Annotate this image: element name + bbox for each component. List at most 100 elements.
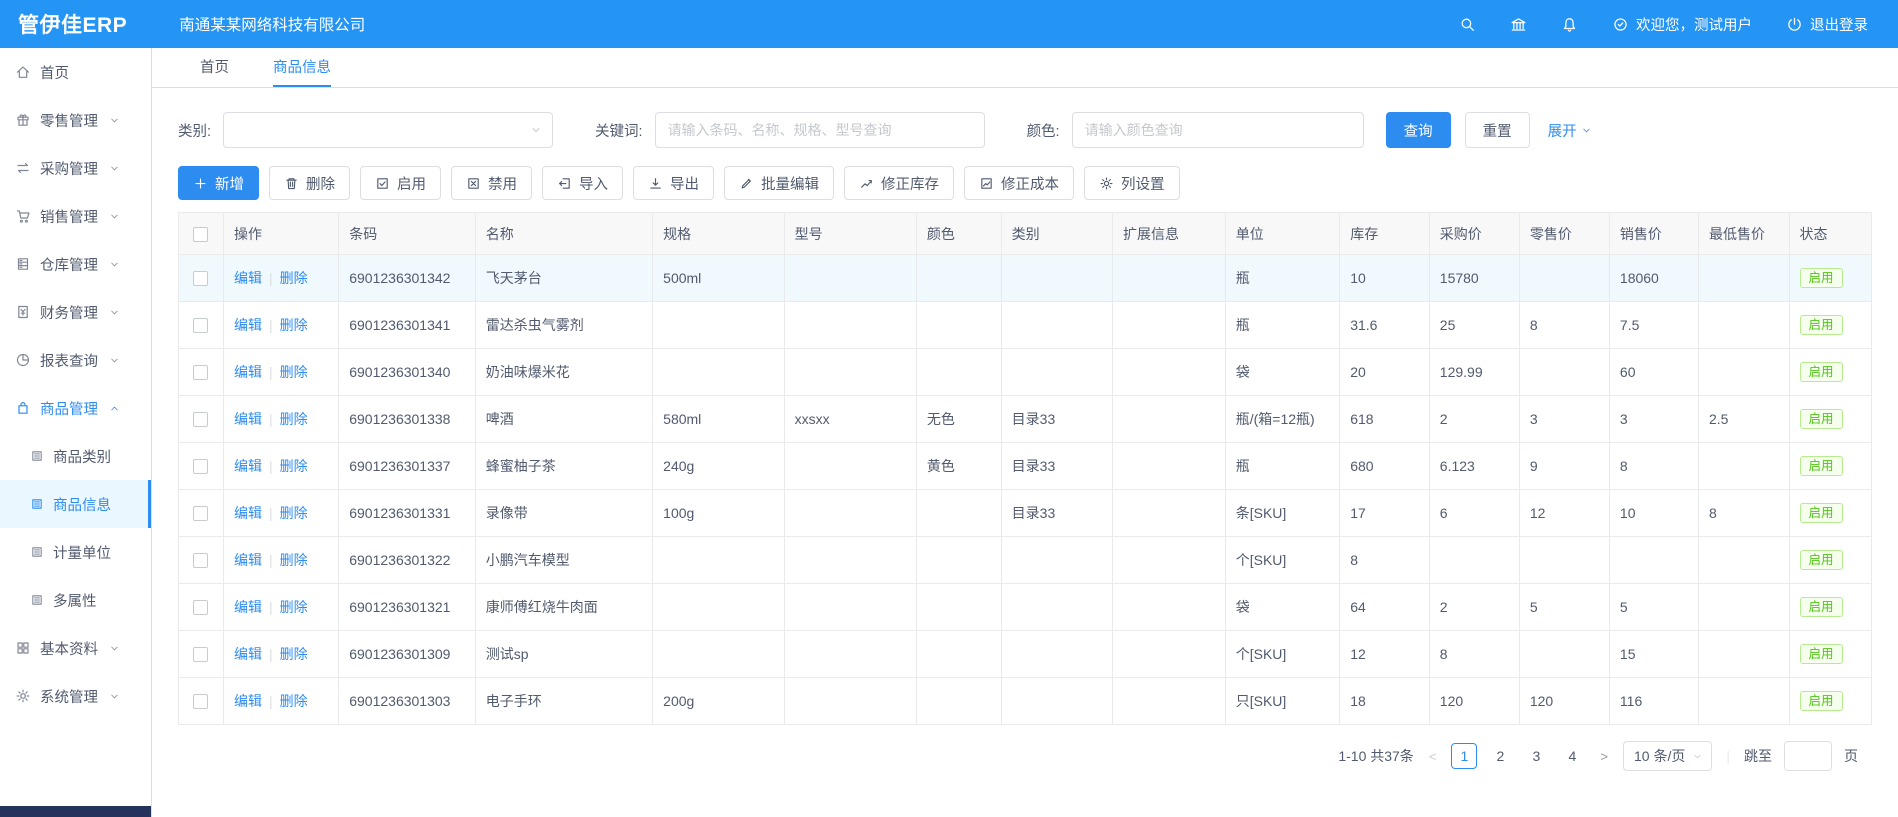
sidebar-item-6[interactable]: 报表查询 [0, 336, 151, 384]
action-divider: | [269, 646, 273, 662]
trend-icon [859, 176, 874, 191]
edit-link[interactable]: 编辑 [234, 505, 262, 521]
edit-link[interactable]: 编辑 [234, 599, 262, 615]
welcome-user[interactable]: 欢迎您，测试用户 [1612, 14, 1752, 35]
cell-status: 启用 [1789, 302, 1872, 349]
row-checkbox[interactable] [193, 271, 208, 286]
column-header: 颜色 [916, 213, 1001, 255]
column-header: 扩展信息 [1113, 213, 1226, 255]
cell-min [1698, 349, 1789, 396]
edit-link[interactable]: 编辑 [234, 458, 262, 474]
toolbar-button-5[interactable]: 导出 [633, 166, 714, 200]
edit-link[interactable]: 编辑 [234, 552, 262, 568]
page-button-2[interactable]: 2 [1487, 743, 1513, 769]
page-button-3[interactable]: 3 [1523, 743, 1549, 769]
sidebar-item-7[interactable]: 商品管理 [0, 384, 151, 432]
cell-purchase: 129.99 [1429, 349, 1519, 396]
cell-spec [653, 631, 784, 678]
row-select-cell [179, 631, 224, 678]
toolbar-button-8[interactable]: 修正成本 [964, 166, 1074, 200]
search-button[interactable]: 查询 [1386, 112, 1451, 148]
sidebar-item-0[interactable]: 首页 [0, 48, 151, 96]
edit-link[interactable]: 编辑 [234, 411, 262, 427]
tab-home[interactable]: 首页 [200, 48, 229, 87]
edit-link[interactable]: 编辑 [234, 646, 262, 662]
sidebar-item-12[interactable]: 基本资料 [0, 624, 151, 672]
cell-color [916, 349, 1001, 396]
store-icon-button[interactable] [1510, 16, 1527, 33]
sidebar-collapse-bar[interactable] [0, 806, 151, 817]
row-checkbox[interactable] [193, 412, 208, 427]
reset-button[interactable]: 重置 [1465, 112, 1530, 148]
delete-link[interactable]: 删除 [280, 411, 308, 427]
page-size-select[interactable]: 10 条/页 [1623, 741, 1712, 771]
table-row: 编辑|删除6901236301321康师傅红烧牛肉面袋64255启用 [179, 584, 1872, 631]
toolbar-button-1[interactable]: 删除 [269, 166, 350, 200]
cell-color [916, 631, 1001, 678]
row-checkbox[interactable] [193, 694, 208, 709]
cell-min [1698, 678, 1789, 725]
sidebar-item-2[interactable]: 采购管理 [0, 144, 151, 192]
notifications-button[interactable] [1561, 16, 1578, 33]
toolbar-button-3[interactable]: 禁用 [451, 166, 532, 200]
color-label: 颜色: [1027, 120, 1060, 141]
column-header: 最低售价 [1698, 213, 1789, 255]
row-checkbox[interactable] [193, 647, 208, 662]
search-icon[interactable] [1459, 16, 1476, 33]
delete-link[interactable]: 删除 [280, 693, 308, 709]
cell-name: 啤酒 [475, 396, 652, 443]
delete-link[interactable]: 删除 [280, 364, 308, 380]
sidebar-item-11[interactable]: 多属性 [0, 576, 151, 624]
toolbar-button-6[interactable]: 批量编辑 [724, 166, 834, 200]
prev-page-button[interactable]: < [1426, 749, 1440, 764]
toolbar-button-7[interactable]: 修正库存 [844, 166, 954, 200]
toolbar-button-2[interactable]: 启用 [360, 166, 441, 200]
toolbar-button-4[interactable]: 导入 [542, 166, 623, 200]
sidebar-item-10[interactable]: 计量单位 [0, 528, 151, 576]
row-checkbox[interactable] [193, 459, 208, 474]
category-select[interactable] [223, 112, 553, 148]
cell-category [1001, 537, 1112, 584]
sidebar-item-1[interactable]: 零售管理 [0, 96, 151, 144]
edit-link[interactable]: 编辑 [234, 693, 262, 709]
expand-link[interactable]: 展开 [1548, 120, 1592, 141]
sidebar-item-8[interactable]: 商品类别 [0, 432, 151, 480]
edit-link[interactable]: 编辑 [234, 317, 262, 333]
color-input[interactable] [1072, 112, 1364, 148]
delete-link[interactable]: 删除 [280, 552, 308, 568]
sidebar-item-5[interactable]: 财务管理 [0, 288, 151, 336]
row-actions-cell: 编辑|删除 [223, 255, 338, 302]
edit-link[interactable]: 编辑 [234, 364, 262, 380]
keyword-input[interactable] [655, 112, 985, 148]
jump-page-input[interactable] [1784, 741, 1832, 771]
select-all-checkbox[interactable] [193, 227, 208, 242]
sidebar-item-label: 零售管理 [40, 110, 98, 131]
delete-link[interactable]: 删除 [280, 505, 308, 521]
sidebar-item-13[interactable]: 系统管理 [0, 672, 151, 720]
table-row: 编辑|删除6901236301303电子手环200g只[SKU]18120120… [179, 678, 1872, 725]
toolbar-button-0[interactable]: 新增 [178, 166, 259, 200]
sidebar-item-4[interactable]: 仓库管理 [0, 240, 151, 288]
delete-link[interactable]: 删除 [280, 317, 308, 333]
sidebar-item-3[interactable]: 销售管理 [0, 192, 151, 240]
toolbar-button-9[interactable]: 列设置 [1084, 166, 1180, 200]
logout-button[interactable]: 退出登录 [1786, 14, 1868, 35]
edit-link[interactable]: 编辑 [234, 270, 262, 286]
row-checkbox[interactable] [193, 553, 208, 568]
warehouse-icon [15, 256, 31, 272]
delete-link[interactable]: 删除 [280, 458, 308, 474]
row-checkbox[interactable] [193, 318, 208, 333]
next-page-button[interactable]: > [1597, 749, 1611, 764]
sidebar-item-9[interactable]: 商品信息 [0, 480, 151, 528]
cell-color [916, 584, 1001, 631]
delete-link[interactable]: 删除 [280, 646, 308, 662]
row-checkbox[interactable] [193, 365, 208, 380]
cell-model [784, 443, 916, 490]
row-checkbox[interactable] [193, 506, 208, 521]
delete-link[interactable]: 删除 [280, 270, 308, 286]
delete-link[interactable]: 删除 [280, 599, 308, 615]
page-button-1[interactable]: 1 [1451, 743, 1477, 769]
page-button-4[interactable]: 4 [1559, 743, 1585, 769]
tab-product-info[interactable]: 商品信息 [273, 48, 331, 87]
row-checkbox[interactable] [193, 600, 208, 615]
